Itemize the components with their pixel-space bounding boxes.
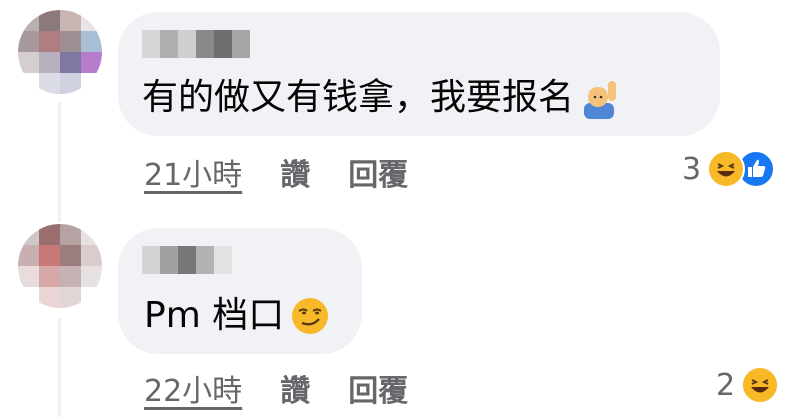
comment-text: Pm 档口 (144, 294, 330, 338)
reply-button[interactable]: 回覆 (348, 150, 408, 194)
avatar[interactable] (18, 10, 102, 94)
comment-timestamp[interactable]: 21小時 (144, 150, 242, 194)
reaction-count: 2 (716, 367, 736, 403)
haha-icon (741, 366, 780, 404)
reaction-summary[interactable]: 2 (716, 366, 780, 404)
reply-button[interactable]: 回覆 (348, 366, 408, 410)
person-raising-hand-emoji (578, 77, 620, 119)
comment-actions: 21小時 讚 回覆 (144, 150, 408, 194)
reaction-count: 3 (682, 151, 702, 187)
thread-line (58, 318, 61, 417)
thread-line (58, 102, 61, 222)
comment-timestamp[interactable]: 22小時 (144, 366, 242, 410)
comment-body: Pm 档口 (144, 295, 285, 336)
like-button[interactable]: 讚 (280, 150, 310, 194)
haha-icon (707, 150, 746, 188)
comment-text: 有的做又有钱拿，我要报名 (142, 76, 620, 120)
smirking-face-emoji (290, 296, 330, 336)
commenter-name-blurred[interactable] (142, 30, 250, 58)
comment-body: 有的做又有钱拿，我要报名 (142, 77, 575, 118)
avatar[interactable] (18, 224, 102, 308)
reaction-summary[interactable]: 3 (682, 150, 776, 188)
like-button[interactable]: 讚 (280, 366, 310, 410)
comment-actions: 22小時 讚 回覆 (144, 366, 408, 410)
commenter-name-blurred[interactable] (142, 246, 232, 274)
